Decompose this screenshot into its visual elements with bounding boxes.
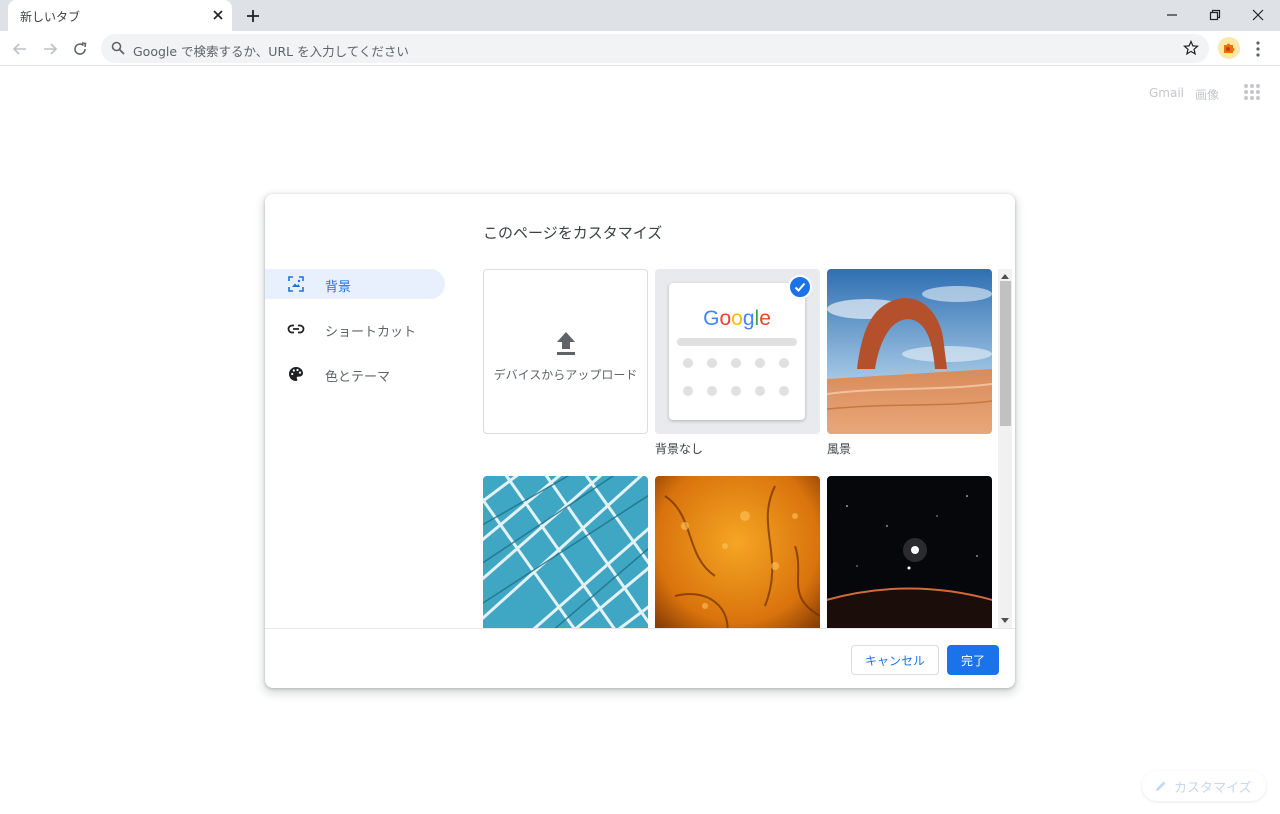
- minimize-icon: [1167, 14, 1177, 16]
- landscape-label: 風景: [827, 442, 852, 456]
- scroll-up-arrow-icon[interactable]: [1001, 273, 1009, 279]
- grid-scrollbar[interactable]: [998, 269, 1012, 628]
- shortcut-dot: [731, 386, 741, 396]
- link-icon: [287, 324, 305, 334]
- omnibox[interactable]: Google で検索するか、URL を入力してください: [101, 34, 1209, 63]
- more-menu-icon[interactable]: [1254, 40, 1262, 58]
- tab-title: 新しいタブ: [20, 10, 81, 24]
- shortcut-dot: [755, 386, 765, 396]
- gmail-link[interactable]: Gmail: [1149, 86, 1184, 100]
- reload-button[interactable]: [70, 39, 90, 59]
- sidebar-item-background[interactable]: 背景: [265, 269, 445, 299]
- restore-icon: [1209, 9, 1221, 21]
- images-link[interactable]: 画像: [1195, 86, 1219, 103]
- glass-facade-image: [483, 476, 648, 628]
- google-logo: Google: [703, 307, 771, 330]
- customize-label: カスタマイズ: [1174, 780, 1252, 796]
- upload-icon: [557, 332, 575, 355]
- tab-new-tab[interactable]: 新しいタブ: [8, 0, 232, 31]
- sidebar-item-label: 色とテーマ: [325, 370, 391, 385]
- browser-toolbar: Google で検索するか、URL を入力してください: [0, 31, 1280, 66]
- landscape-collection-tile[interactable]: [827, 269, 992, 434]
- shortcut-dot: [731, 358, 741, 368]
- minimize-button[interactable]: [1150, 0, 1194, 30]
- forward-arrow-icon: [44, 43, 58, 55]
- shortcut-dot: [779, 386, 789, 396]
- selected-check-badge: [788, 275, 812, 299]
- palette-icon: [289, 366, 303, 382]
- done-button[interactable]: 完了: [947, 645, 999, 675]
- wallpaper-icon: [288, 276, 304, 292]
- sidebar-item-colors-themes[interactable]: 色とテーマ: [265, 359, 445, 389]
- customize-button[interactable]: カスタマイズ: [1142, 771, 1266, 801]
- cancel-button[interactable]: キャンセル: [851, 645, 939, 675]
- upload-from-device-tile[interactable]: デバイスからアップロード: [483, 269, 648, 434]
- orange-texture-image: [655, 476, 820, 628]
- scroll-down-arrow-icon[interactable]: [1001, 618, 1009, 624]
- customize-dialog: このページをカスタマイズ 背景 ショートカット 色とテーマ デバイスからアップロ…: [265, 194, 1015, 688]
- shortcut-dot: [683, 358, 693, 368]
- back-arrow-icon: [12, 43, 26, 55]
- search-bar-preview: [677, 338, 797, 346]
- check-icon: [794, 282, 806, 292]
- restore-button[interactable]: [1193, 0, 1237, 30]
- reload-icon: [74, 42, 87, 55]
- shortcut-dot: [707, 358, 717, 368]
- tab-strip: 新しいタブ: [0, 0, 1280, 31]
- close-icon[interactable]: [210, 7, 226, 23]
- bookmark-star-icon[interactable]: [1183, 40, 1199, 56]
- omnibox-placeholder: Google で検索するか、URL を入力してください: [133, 44, 409, 59]
- no-background-label: 背景なし: [655, 442, 704, 456]
- extension-icon[interactable]: [1218, 37, 1240, 59]
- upload-label: デバイスからアップロード: [493, 368, 638, 382]
- sidebar-item-shortcuts[interactable]: ショートカット: [265, 314, 445, 344]
- texture-collection-tile[interactable]: [655, 476, 820, 628]
- shortcut-dot: [707, 386, 717, 396]
- shortcut-dot: [755, 358, 765, 368]
- back-button[interactable]: [10, 39, 30, 59]
- no-background-tile[interactable]: Google: [655, 269, 820, 434]
- shortcut-dot: [779, 358, 789, 368]
- close-icon: [1252, 9, 1264, 21]
- close-window-button[interactable]: [1236, 0, 1280, 30]
- forward-button[interactable]: [40, 39, 60, 59]
- svg-text:Google: Google: [703, 307, 771, 330]
- background-grid: デバイスからアップロード Google 背景なし 風景: [483, 269, 994, 628]
- arch-landscape-image: [827, 269, 992, 434]
- dialog-title: このページをカスタマイズ: [483, 224, 663, 242]
- shortcut-dot: [683, 386, 693, 396]
- dialog-footer: キャンセル 完了: [265, 628, 1015, 688]
- pencil-icon: [1156, 781, 1166, 791]
- space-collection-tile[interactable]: [827, 476, 992, 628]
- sidebar-item-label: 背景: [325, 280, 352, 295]
- apps-grid-icon[interactable]: [1244, 84, 1260, 100]
- ntp-preview: Google: [669, 283, 805, 420]
- sidebar-item-label: ショートカット: [325, 325, 417, 340]
- planet-horizon-image: [827, 476, 992, 628]
- puzzle-icon: [1224, 43, 1235, 53]
- search-icon: [111, 41, 125, 55]
- architecture-collection-tile[interactable]: [483, 476, 648, 628]
- new-tab-plus-icon[interactable]: [243, 6, 263, 26]
- scrollbar-thumb[interactable]: [1000, 281, 1011, 426]
